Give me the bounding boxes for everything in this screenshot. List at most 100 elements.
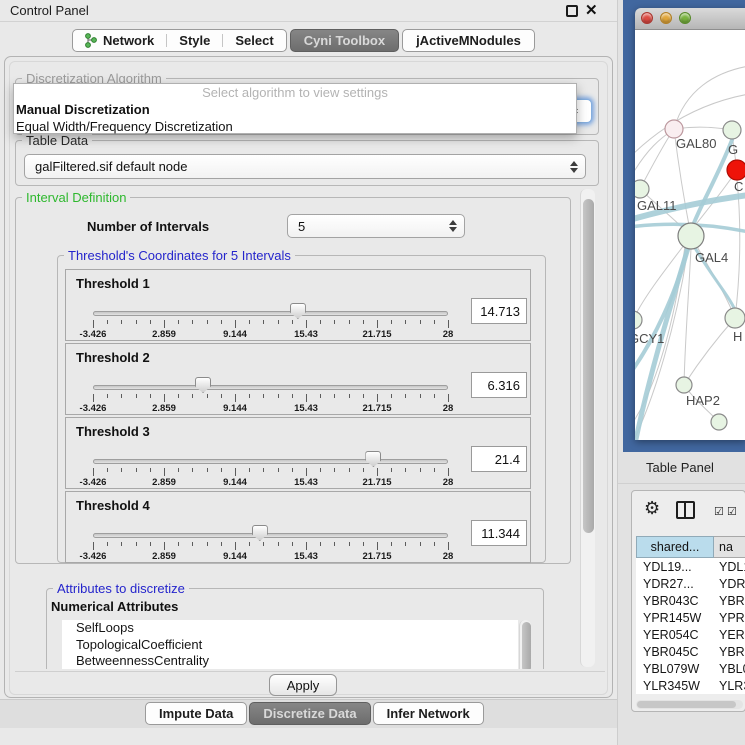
table-row[interactable]: YBR043CYBR0 [636,592,745,609]
slider-track[interactable] [93,459,448,464]
number-of-intervals-combo[interactable]: 5 [287,214,465,238]
slider-track[interactable] [93,311,448,316]
tick-mark [377,542,378,550]
network-node[interactable] [711,414,727,430]
scroll-viewport: Interval Definition Number of Intervals … [11,187,598,669]
slider-track[interactable] [93,385,448,390]
apply-button[interactable]: Apply [269,674,337,696]
tick-label: 9.144 [205,329,265,340]
table-row[interactable]: YPR145WYPR1 [636,609,745,626]
tick-label: 28 [418,329,478,340]
tick-mark [192,320,193,324]
node-label: HAP2 [686,393,720,408]
tick-mark [420,394,421,398]
interval-definition-group: Interval Definition Number of Intervals … [15,197,571,564]
popup-option-equal-width-frequency[interactable]: Equal Width/Frequency Discretization [14,118,576,135]
thresholds-group: Threshold's Coordinates for 5 Intervals … [57,255,546,563]
slider-track[interactable] [93,533,448,538]
attribute-list-scrollbar[interactable] [519,620,531,669]
tick-label: -3.426 [63,329,123,340]
tick-mark [334,394,335,398]
slider-thumb[interactable] [195,377,211,393]
tick-label: 28 [418,477,478,488]
list-item-selfloops[interactable]: SelfLoops [62,620,518,637]
network-node-c[interactable] [727,160,745,180]
tab-impute-data[interactable]: Impute Data [145,702,247,725]
slider-thumb[interactable] [290,303,306,319]
float-window-icon[interactable] [566,5,578,17]
tick-label: 15.43 [276,403,336,414]
popup-option-manual-discretization[interactable]: Manual Discretization [14,101,576,118]
columns-icon[interactable] [676,501,695,519]
close-icon[interactable]: ✕ [585,1,598,19]
threshold-value-field[interactable]: 21.4 [471,446,527,472]
network-node-gcy1[interactable] [635,311,642,329]
network-node-gal11[interactable] [635,180,649,198]
tab-discretize-data[interactable]: Discretize Data [249,702,370,725]
tick-mark [192,542,193,546]
tick-mark [405,542,406,546]
traffic-light-green-icon[interactable] [679,12,691,24]
node-table: shared...naYDL19...YDL1YDR27...YDR2YBR04… [636,536,745,694]
tab-infer-network[interactable]: Infer Network [373,702,484,725]
network-node-g[interactable] [723,121,741,139]
table-header-name[interactable]: na [714,536,745,558]
tick-mark [349,320,350,324]
tick-mark [207,468,208,472]
tick-mark [221,320,222,324]
network-node-h[interactable] [725,308,745,328]
slider-thumb[interactable] [252,525,268,541]
table-cell: YBL0 [714,660,745,677]
tab-cyni-toolbox[interactable]: Cyni Toolbox [290,29,399,52]
table-cell: YDL19... [636,558,714,575]
threshold-value-field[interactable]: 11.344 [471,520,527,546]
window-title: Control Panel [10,3,89,18]
traffic-light-yellow-icon[interactable] [660,12,672,24]
table-row[interactable]: YDR27...YDR2 [636,575,745,592]
tab-network[interactable]: Network [73,30,166,51]
tick-mark [334,320,335,324]
tick-label: 2.859 [134,551,194,562]
network-node-gal4[interactable] [678,223,704,249]
list-item-betweennesscentrality[interactable]: BetweennessCentrality [62,653,518,669]
table-row[interactable]: YER054CYER0 [636,626,745,643]
gear-icon[interactable]: ⚙ [644,499,660,517]
table-header-shared-name[interactable]: shared... [636,536,714,558]
tab-style[interactable]: Style [167,30,222,51]
table-row[interactable]: YBR045CYBR0 [636,643,745,660]
table-cell: YDR2 [714,575,745,592]
content-scrollbar[interactable] [580,189,595,667]
checkbox-icon[interactable]: ☑ [727,505,737,518]
table-data-combo[interactable]: galFiltered.sif default node [24,154,586,179]
spinner-icon [446,220,460,232]
slider-thumb[interactable] [365,451,381,467]
tick-mark [235,394,236,402]
tab-select[interactable]: Select [223,30,285,51]
tab-segment: NetworkStyleSelect [72,29,287,52]
tick-mark [349,542,350,546]
spinner-icon [567,161,581,173]
tick-mark [278,542,279,546]
network-edge [635,129,674,180]
tick-label: 9.144 [205,477,265,488]
table-data-combo-value: galFiltered.sif default node [25,159,567,174]
network-node-hap2[interactable] [676,377,692,393]
table-row[interactable]: YBL079WYBL0 [636,660,745,677]
tick-mark [93,542,94,550]
traffic-light-red-icon[interactable] [641,12,653,24]
tick-label: 21.715 [347,551,407,562]
control-panel-titlebar: Control Panel ✕ [0,0,617,22]
network-canvas[interactable]: GAL80GCGAL11GAL4GCY1HHAP2 [635,30,745,440]
list-item-topologicalcoefficient[interactable]: TopologicalCoefficient [62,637,518,654]
tick-mark [292,468,293,472]
tab-jactivemnodules[interactable]: jActiveMNodules [402,29,535,52]
attribute-list[interactable]: SelfLoopsTopologicalCoefficientBetweenne… [62,620,518,669]
h-scrollbar[interactable] [636,700,743,709]
threshold-value-field[interactable]: 6.316 [471,372,527,398]
table-row[interactable]: YLR345WYLR3 [636,677,745,694]
table-cell: YBR043C [636,592,714,609]
threshold-value-field[interactable]: 14.713 [471,298,527,324]
checkbox-icon[interactable]: ☑ [714,505,724,518]
table-row[interactable]: YDL19...YDL1 [636,558,745,575]
tick-mark [164,542,165,550]
